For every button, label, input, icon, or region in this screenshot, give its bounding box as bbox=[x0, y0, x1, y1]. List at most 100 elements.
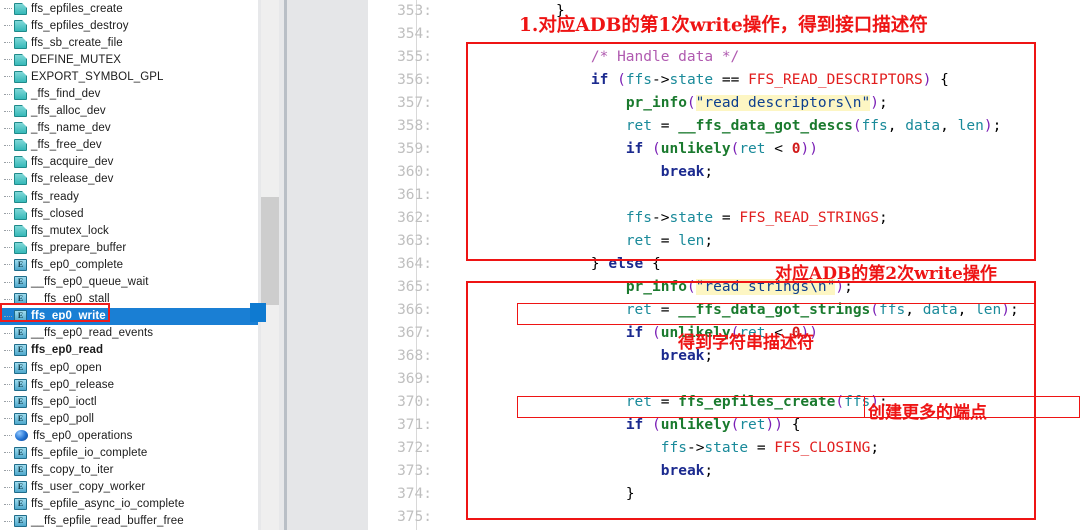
outline-item-label: __ffs_ep0_stall bbox=[31, 293, 110, 306]
page-icon bbox=[14, 224, 27, 237]
outline-item-ffs_epfile_async_io_complete[interactable]: Effs_epfile_async_io_complete bbox=[0, 496, 258, 513]
code-line-container: 353: } 354: 355: /* Handle data */356: if … bbox=[368, 0, 1080, 529]
outline-item-label: ffs_ep0_write bbox=[31, 310, 106, 323]
outline-item-label: ffs_epfiles_destroy bbox=[31, 19, 129, 32]
code-line-text[interactable]: ret = __ffs_data_got_descs(ffs, data, le… bbox=[521, 115, 1001, 138]
outline-item-ffs_ep0_complete[interactable]: Effs_ep0_complete bbox=[0, 256, 258, 273]
tree-guide bbox=[2, 325, 14, 342]
tree-guide bbox=[2, 308, 14, 325]
outline-item-ffs_ep0_write[interactable]: Effs_ep0_write bbox=[0, 307, 258, 325]
outline-item-label: ffs_epfile_io_complete bbox=[31, 446, 148, 459]
vertical-scrollbar-thumb[interactable] bbox=[261, 197, 279, 305]
code-line-text[interactable]: } bbox=[521, 0, 565, 23]
code-line-text[interactable]: /* Handle data */ bbox=[521, 46, 739, 69]
outline-item-ffs_closed[interactable]: ffs_closed bbox=[0, 205, 258, 222]
outline-item-ffs_ep0_queue_wait[interactable]: E __ffs_ep0_queue_wait bbox=[0, 274, 258, 291]
outline-item-label: ffs_ep0_poll bbox=[31, 412, 95, 425]
gutter-background bbox=[287, 0, 368, 530]
outline-item-ffs_free_dev[interactable]: _ffs_free_dev bbox=[0, 137, 258, 154]
outline-item-ffs_ep0_stall[interactable]: E __ffs_ep0_stall bbox=[0, 291, 258, 308]
function-icon: E bbox=[14, 310, 27, 323]
page-icon bbox=[14, 36, 27, 49]
code-line-text[interactable]: break; bbox=[521, 460, 713, 483]
sphere-icon bbox=[15, 430, 28, 442]
code-line-text[interactable]: if (unlikely(ret < 0)) bbox=[521, 138, 818, 161]
outline-item-ffs_find_dev[interactable]: _ffs_find_dev bbox=[0, 85, 258, 102]
code-line-text[interactable]: ret = len; bbox=[521, 230, 713, 253]
function-icon: E bbox=[14, 515, 27, 528]
outline-item-label: ffs_ep0_ioctl bbox=[31, 395, 97, 408]
page-icon bbox=[14, 2, 27, 15]
outline-item-ffs_name_dev[interactable]: _ffs_name_dev bbox=[0, 120, 258, 137]
outline-item-ffs_ep0_read[interactable]: Effs_ep0_read bbox=[0, 342, 258, 359]
outline-item-ffs_sb_create_file[interactable]: ffs_sb_create_file bbox=[0, 34, 258, 51]
outline-item-label: ffs_ep0_complete bbox=[31, 258, 124, 271]
code-line: 373: break; bbox=[368, 460, 1080, 483]
line-number: 356: bbox=[397, 72, 432, 88]
code-line-text[interactable]: } bbox=[521, 483, 635, 506]
tree-guide bbox=[2, 86, 14, 103]
outline-item-ffs_epfiles_create[interactable]: ffs_epfiles_create bbox=[0, 0, 258, 17]
line-number: 372: bbox=[397, 440, 432, 456]
code-line-text[interactable]: ffs->state = FFS_READ_STRINGS; bbox=[521, 207, 888, 230]
code-line: 366: ret = __ffs_data_got_strings(ffs, d… bbox=[368, 299, 1080, 322]
code-line: 353: } bbox=[368, 0, 1080, 23]
code-line-text[interactable]: ret = ffs_epfiles_create(ffs); bbox=[521, 391, 888, 414]
line-number: 375: bbox=[397, 509, 432, 525]
function-icon: E bbox=[14, 378, 27, 391]
code-line: 354: bbox=[368, 23, 1080, 46]
outline-item-ffs_epfile_read_buffer_free[interactable]: E __ffs_epfile_read_buffer_free bbox=[0, 513, 258, 530]
code-line: 361: bbox=[368, 184, 1080, 207]
code-line-text[interactable]: if (ffs->state == FFS_READ_DESCRIPTORS) … bbox=[521, 69, 949, 92]
outline-item-ffs_ep0_release[interactable]: Effs_ep0_release bbox=[0, 376, 258, 393]
outline-item-EXPORT_SYMBOL_GPL[interactable]: EXPORT_SYMBOL_GPL bbox=[0, 68, 258, 85]
page-icon bbox=[14, 156, 27, 169]
outline-item-ffs_ep0_poll[interactable]: Effs_ep0_poll bbox=[0, 410, 258, 427]
outline-item-ffs_prepare_buffer[interactable]: ffs_prepare_buffer bbox=[0, 239, 258, 256]
outline-item-ffs_user_copy_worker[interactable]: Effs_user_copy_worker bbox=[0, 479, 258, 496]
code-text-area[interactable]: 353: } 354: 355: /* Handle data */356: if … bbox=[368, 0, 1080, 530]
page-icon bbox=[14, 53, 27, 66]
outline-item-label: _ffs_name_dev bbox=[31, 122, 111, 135]
outline-item-ffs_copy_to_iter[interactable]: Effs_copy_to_iter bbox=[0, 462, 258, 479]
code-line: 362: ffs->state = FFS_READ_STRINGS; bbox=[368, 207, 1080, 230]
code-line-text[interactable]: } else { bbox=[521, 253, 661, 276]
function-icon: E bbox=[14, 258, 27, 271]
function-icon: E bbox=[14, 327, 27, 340]
code-line: 371: if (unlikely(ret)) { bbox=[368, 414, 1080, 437]
code-line-text[interactable]: if (unlikely(ret < 0)) bbox=[521, 322, 818, 345]
outline-item-DEFINE_MUTEX[interactable]: DEFINE_MUTEX bbox=[0, 51, 258, 68]
outline-item-ffs_acquire_dev[interactable]: ffs_acquire_dev bbox=[0, 154, 258, 171]
page-icon bbox=[14, 139, 27, 152]
code-line-text[interactable]: break; bbox=[521, 161, 713, 184]
outline-item-ffs_ep0_open[interactable]: Effs_ep0_open bbox=[0, 359, 258, 376]
outline-item-ffs_ep0_read_events[interactable]: E __ffs_ep0_read_events bbox=[0, 325, 258, 342]
outline-tree-panel[interactable]: ffs_epfiles_create ffs_epfiles_destroyffs… bbox=[0, 0, 258, 530]
code-line-text[interactable]: break; bbox=[521, 345, 713, 368]
code-line-text[interactable]: ret = __ffs_data_got_strings(ffs, data, … bbox=[521, 299, 1019, 322]
code-line-text[interactable]: pr_info("read descriptors\n"); bbox=[521, 92, 888, 115]
code-line-text[interactable]: pr_info("read strings\n"); bbox=[521, 276, 853, 299]
outline-item-ffs_release_dev[interactable]: ffs_release_dev bbox=[0, 171, 258, 188]
tree-guide bbox=[2, 222, 14, 239]
code-line-text[interactable]: if (unlikely(ret)) { bbox=[521, 414, 801, 437]
code-line-text[interactable]: ffs->state = FFS_CLOSING; bbox=[521, 437, 879, 460]
code-line: 359: if (unlikely(ret < 0)) bbox=[368, 138, 1080, 161]
outline-item-ffs_ready[interactable]: ffs_ready bbox=[0, 188, 258, 205]
outline-item-ffs_epfiles_destroy[interactable]: ffs_epfiles_destroy bbox=[0, 17, 258, 34]
tree-guide bbox=[2, 479, 14, 496]
outline-item-ffs_ep0_ioctl[interactable]: Effs_ep0_ioctl bbox=[0, 393, 258, 410]
tree-guide bbox=[2, 274, 14, 291]
outline-item-ffs_epfile_io_complete[interactable]: Effs_epfile_io_complete bbox=[0, 444, 258, 461]
line-number: 369: bbox=[397, 371, 432, 387]
tree-guide bbox=[2, 256, 14, 273]
outline-item-ffs_alloc_dev[interactable]: _ffs_alloc_dev bbox=[0, 103, 258, 120]
code-line: 372: ffs->state = FFS_CLOSING; bbox=[368, 437, 1080, 460]
function-icon: E bbox=[14, 361, 27, 374]
line-number: 374: bbox=[397, 486, 432, 502]
outline-item-ffs_mutex_lock[interactable]: ffs_mutex_lock bbox=[0, 222, 258, 239]
line-number: 361: bbox=[397, 187, 432, 203]
outline-item-ffs_ep0_operations[interactable]: ffs_ep0_operations bbox=[0, 427, 258, 444]
tree-guide bbox=[2, 496, 14, 513]
page-icon bbox=[14, 88, 27, 101]
